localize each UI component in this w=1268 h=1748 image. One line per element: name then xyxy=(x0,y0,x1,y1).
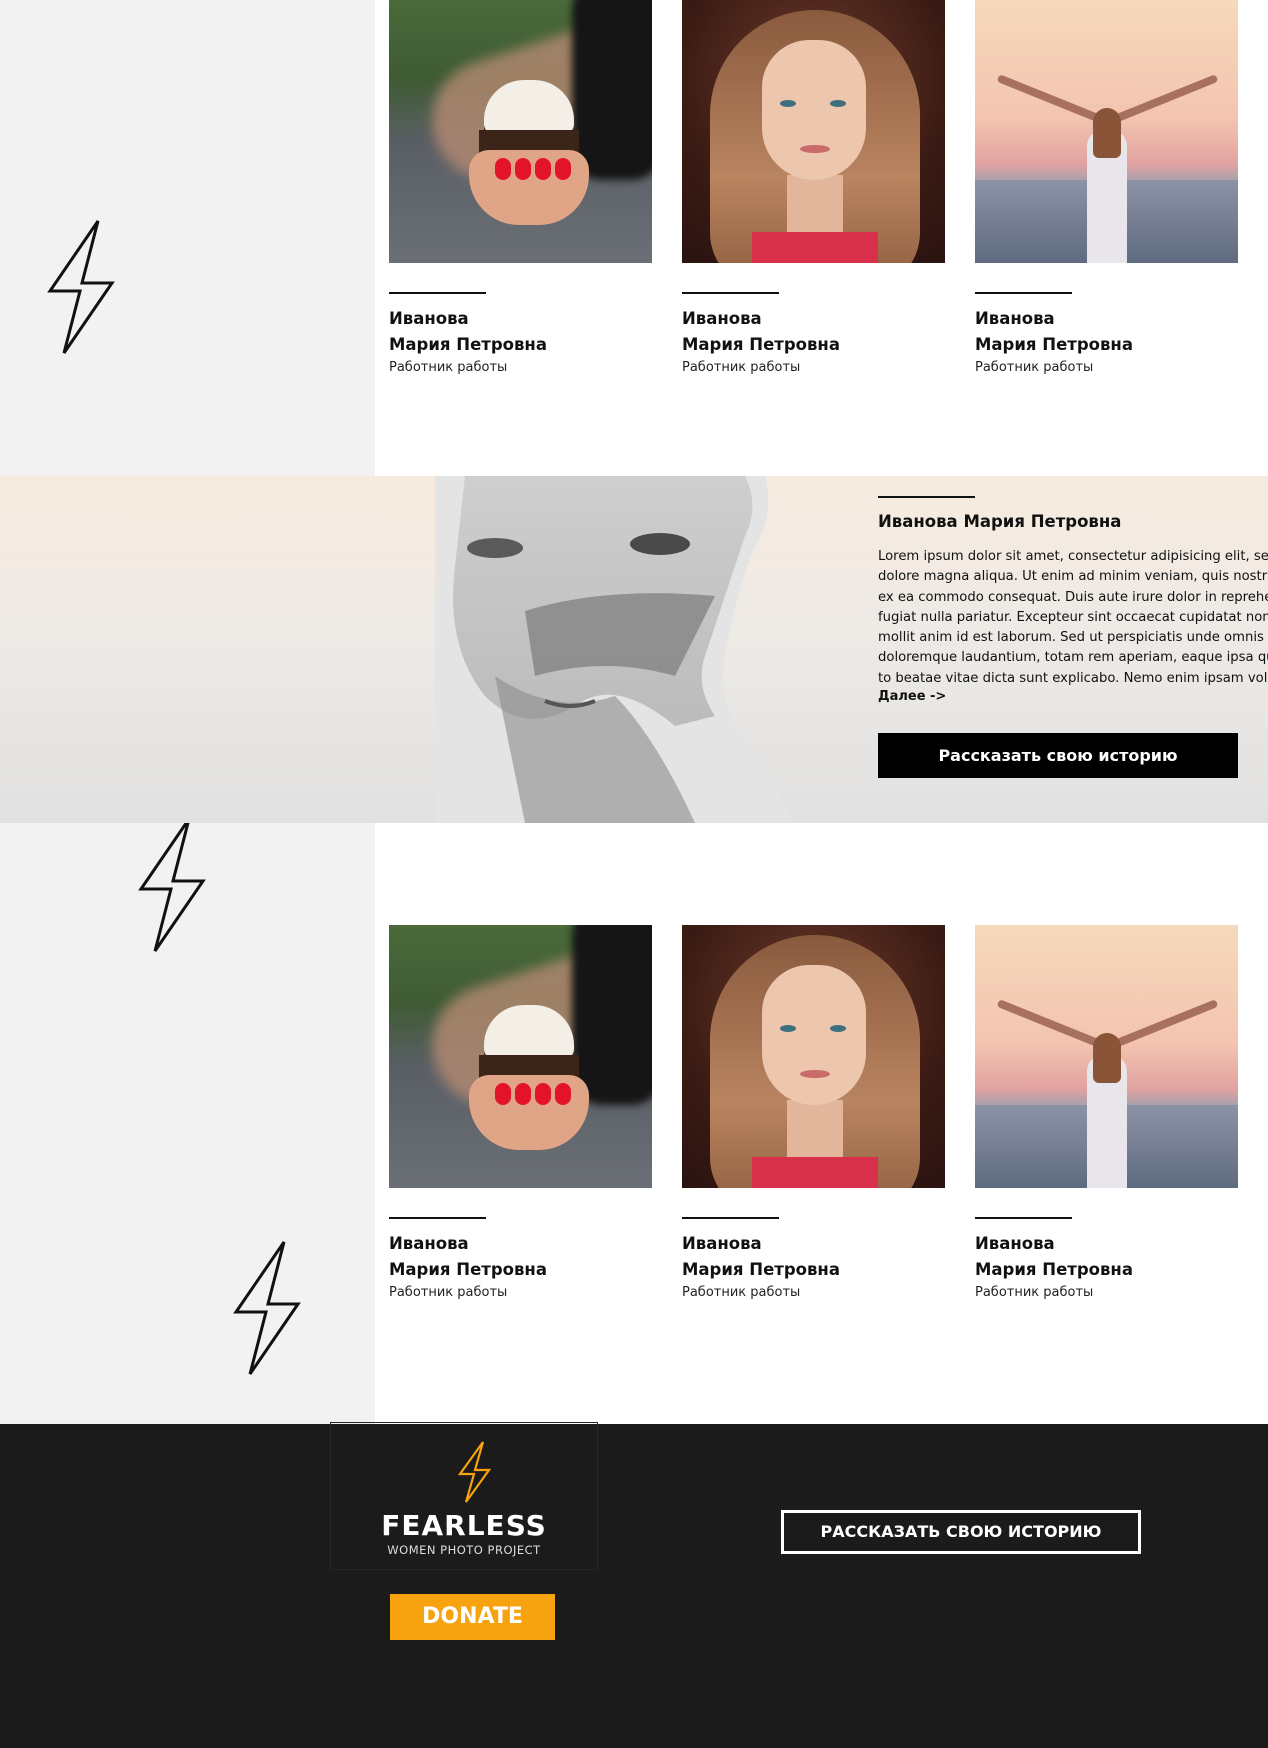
feature-text-line: Lorem ipsum dolor sit amet, consectetur … xyxy=(878,549,1268,564)
card-surname: Иванова xyxy=(682,309,762,328)
card-surname: Иванова xyxy=(682,1234,762,1253)
lightning-bolt-icon xyxy=(457,1441,491,1503)
profile-card[interactable]: Иванова Мария Петровна Работник работы xyxy=(975,0,1238,375)
feature-text-line: to beatae vitae dicta sunt explicabo. Ne… xyxy=(878,670,1268,686)
lightning-bolt-icon xyxy=(46,219,116,355)
card-given-name: Мария Петровна xyxy=(389,335,547,354)
double-exposure-portrait xyxy=(375,476,795,823)
card-role: Работник работы xyxy=(682,1285,801,1300)
portrait-photo[interactable] xyxy=(682,0,945,263)
lightning-bolt-icon xyxy=(137,817,207,953)
card-role: Работник работы xyxy=(389,1285,508,1300)
feature-text-line: doloremque laudantium, totam rem aperiam… xyxy=(878,650,1268,666)
feature-text-line: dolore magna aliqua. Ut enim ad minim ve… xyxy=(878,569,1268,585)
feature-text-line: fugiat nulla pariatur. Excepteur sint oc… xyxy=(878,609,1268,625)
card-surname: Иванова xyxy=(975,309,1055,328)
card-divider xyxy=(682,292,779,294)
card-role: Работник работы xyxy=(682,360,801,375)
card-divider xyxy=(389,1217,486,1219)
sunset-photo[interactable] xyxy=(975,925,1238,1188)
card-surname: Иванова xyxy=(389,1234,469,1253)
card-given-name: Мария Петровна xyxy=(682,1260,840,1279)
profile-card[interactable]: Иванова Мария Петровна Работник работы xyxy=(975,925,1238,1300)
lightning-bolt-icon xyxy=(232,1240,302,1376)
donate-button[interactable]: DONATE xyxy=(390,1594,555,1640)
profile-card[interactable]: Иванова Мария Петровна Работник работы xyxy=(389,0,652,375)
card-role: Работник работы xyxy=(389,360,508,375)
profile-card[interactable]: Иванова Мария Петровна Работник работы xyxy=(389,925,652,1300)
cupcake-photo[interactable] xyxy=(389,925,652,1188)
card-given-name: Мария Петровна xyxy=(682,335,840,354)
footer-tell-story-button[interactable]: РАССКАЗАТЬ СВОЮ ИСТОРИЮ xyxy=(781,1510,1141,1554)
card-divider xyxy=(975,1217,1072,1219)
card-divider xyxy=(975,292,1072,294)
sunset-photo[interactable] xyxy=(975,0,1238,263)
cupcake-photo[interactable] xyxy=(389,0,652,263)
feature-text: Lorem ipsum dolor sit amet, consectetur … xyxy=(878,547,1268,689)
card-given-name: Мария Петровна xyxy=(389,1260,547,1279)
logo-title: FEARLESS xyxy=(381,1509,547,1542)
card-surname: Иванова xyxy=(389,309,469,328)
featured-story-content: Иванова Мария Петровна Lorem ipsum dolor… xyxy=(878,476,1268,779)
tell-story-button[interactable]: Рассказать свою историю xyxy=(878,733,1238,779)
feature-divider xyxy=(878,496,975,498)
portrait-photo[interactable] xyxy=(682,925,945,1188)
fearless-logo[interactable]: FEARLESS WOMEN PHOTO PROJECT xyxy=(330,1422,598,1570)
card-role: Работник работы xyxy=(975,360,1094,375)
feature-text-line: mollit anim id est laborum. Sed ut persp… xyxy=(878,630,1268,646)
site-footer: FEARLESS WOMEN PHOTO PROJECT DONATE РАСС… xyxy=(0,1422,1268,1748)
card-given-name: Мария Петровна xyxy=(975,335,1133,354)
logo-subtitle: WOMEN PHOTO PROJECT xyxy=(387,1543,541,1557)
featured-story: Иванова Мария Петровна Lorem ipsum dolor… xyxy=(0,476,1268,823)
feature-title: Иванова Мария Петровна xyxy=(878,512,1122,531)
read-more-link[interactable]: Далее -> xyxy=(878,689,1268,704)
card-divider xyxy=(682,1217,779,1219)
feature-text-line: ex ea commodo consequat. Duis aute irure… xyxy=(878,589,1268,605)
profile-card[interactable]: Иванова Мария Петровна Работник работы xyxy=(682,0,945,375)
card-divider xyxy=(389,292,486,294)
card-surname: Иванова xyxy=(975,1234,1055,1253)
profile-card[interactable]: Иванова Мария Петровна Работник работы xyxy=(682,925,945,1300)
card-given-name: Мария Петровна xyxy=(975,1260,1133,1279)
card-role: Работник работы xyxy=(975,1285,1094,1300)
